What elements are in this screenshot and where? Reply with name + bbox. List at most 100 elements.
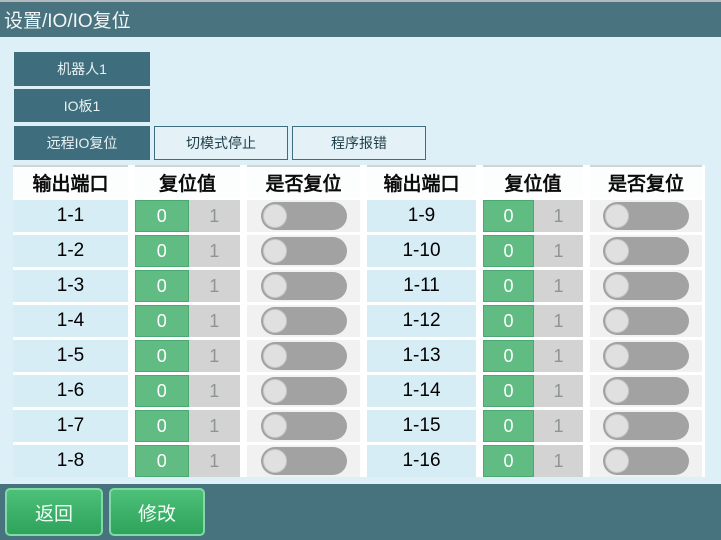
column-header: 输出端口 bbox=[13, 165, 128, 197]
port-label: 1-12 bbox=[367, 305, 476, 337]
port-label: 1-13 bbox=[367, 340, 476, 372]
reset-value-option-1[interactable]: 1 bbox=[534, 305, 583, 337]
reset-value-option-0[interactable]: 0 bbox=[483, 270, 534, 302]
reset-toggle-cell bbox=[590, 270, 702, 302]
reset-toggle[interactable] bbox=[260, 342, 347, 370]
reset-toggle[interactable] bbox=[603, 377, 689, 405]
reset-toggle[interactable] bbox=[603, 342, 689, 370]
reset-value-option-0[interactable]: 0 bbox=[135, 200, 189, 232]
reset-value-option-1[interactable]: 1 bbox=[188, 445, 240, 477]
toggle-knob bbox=[262, 414, 287, 438]
reset-toggle[interactable] bbox=[260, 377, 347, 405]
reset-toggle[interactable] bbox=[603, 447, 689, 475]
reset-value-selector: 01 bbox=[483, 305, 583, 337]
reset-value-option-0[interactable]: 0 bbox=[135, 235, 189, 267]
reset-toggle[interactable] bbox=[260, 272, 347, 300]
reset-toggle-cell bbox=[247, 235, 360, 267]
reset-toggle-cell bbox=[247, 305, 360, 337]
reset-value-option-0[interactable]: 0 bbox=[483, 200, 534, 232]
reset-value-option-0[interactable]: 0 bbox=[483, 445, 534, 477]
port-label: 1-16 bbox=[367, 445, 476, 477]
reset-toggle-cell bbox=[247, 340, 360, 372]
reset-toggle[interactable] bbox=[603, 237, 689, 265]
io-board-select-button[interactable]: IO板1 bbox=[14, 89, 150, 122]
reset-value-option-1[interactable]: 1 bbox=[534, 235, 583, 267]
reset-value-selector: 01 bbox=[483, 410, 583, 442]
reset-value-option-1[interactable]: 1 bbox=[188, 305, 240, 337]
tab-program-error[interactable]: 程序报错 bbox=[292, 126, 426, 160]
title-bar: 设置/IO/IO复位 bbox=[0, 2, 721, 37]
reset-value-selector: 01 bbox=[135, 235, 240, 267]
reset-value-option-0[interactable]: 0 bbox=[483, 410, 534, 442]
reset-value-option-0[interactable]: 0 bbox=[135, 270, 189, 302]
toggle-knob bbox=[605, 274, 629, 298]
reset-value-option-1[interactable]: 1 bbox=[188, 340, 240, 372]
reset-value-selector: 01 bbox=[135, 305, 240, 337]
toggle-knob bbox=[605, 414, 629, 438]
reset-toggle-cell bbox=[247, 445, 360, 477]
reset-toggle-cell bbox=[590, 305, 702, 337]
reset-value-option-1[interactable]: 1 bbox=[188, 200, 240, 232]
reset-value-option-0[interactable]: 0 bbox=[483, 235, 534, 267]
reset-value-option-1[interactable]: 1 bbox=[534, 375, 583, 407]
toggle-knob bbox=[605, 309, 629, 333]
reset-value-option-1[interactable]: 1 bbox=[534, 270, 583, 302]
reset-toggle-cell bbox=[247, 200, 360, 232]
reset-value-option-0[interactable]: 0 bbox=[135, 445, 189, 477]
reset-value-option-1[interactable]: 1 bbox=[534, 340, 583, 372]
reset-toggle-cell bbox=[247, 410, 360, 442]
io-reset-screen: 设置/IO/IO复位 机器人1 IO板1 远程IO复位 切模式停止 程序报错 输… bbox=[0, 0, 721, 540]
toggle-knob bbox=[262, 449, 287, 473]
reset-value-selector: 01 bbox=[135, 340, 240, 372]
reset-value-selector: 01 bbox=[483, 375, 583, 407]
reset-toggle[interactable] bbox=[603, 412, 689, 440]
tab-remote-io-reset[interactable]: 远程IO复位 bbox=[14, 126, 150, 160]
reset-toggle-cell bbox=[590, 200, 702, 232]
reset-value-option-1[interactable]: 1 bbox=[534, 445, 583, 477]
reset-toggle[interactable] bbox=[260, 412, 347, 440]
reset-value-option-0[interactable]: 0 bbox=[483, 340, 534, 372]
reset-value-option-0[interactable]: 0 bbox=[135, 410, 189, 442]
io-reset-table: 输出端口 复位值 是否复位 输出端口 复位值 是否复位 1-1 0 1 1-9 0 1 1-2 0 1 1-1… bbox=[13, 165, 705, 477]
reset-value-option-0[interactable]: 0 bbox=[483, 305, 534, 337]
robot-select-button[interactable]: 机器人1 bbox=[14, 52, 150, 86]
back-button[interactable]: 返回 bbox=[5, 488, 103, 536]
reset-toggle[interactable] bbox=[603, 202, 689, 230]
reset-value-selector: 01 bbox=[483, 270, 583, 302]
toggle-knob bbox=[262, 379, 287, 403]
reset-toggle[interactable] bbox=[260, 237, 347, 265]
reset-toggle[interactable] bbox=[260, 202, 347, 230]
port-label: 1-2 bbox=[13, 235, 128, 267]
port-label: 1-14 bbox=[367, 375, 476, 407]
reset-value-option-0[interactable]: 0 bbox=[135, 305, 189, 337]
reset-toggle-cell bbox=[590, 375, 702, 407]
toggle-knob bbox=[605, 379, 629, 403]
footer-bar: 返回 修改 bbox=[0, 484, 721, 540]
column-header: 是否复位 bbox=[590, 165, 702, 197]
reset-value-option-0[interactable]: 0 bbox=[135, 340, 189, 372]
reset-value-option-0[interactable]: 0 bbox=[135, 375, 189, 407]
reset-value-option-0[interactable]: 0 bbox=[483, 375, 534, 407]
reset-toggle-cell bbox=[590, 445, 702, 477]
reset-toggle[interactable] bbox=[260, 307, 347, 335]
reset-toggle-cell bbox=[247, 270, 360, 302]
tab-mode-switch-stop[interactable]: 切模式停止 bbox=[154, 126, 288, 160]
reset-value-option-1[interactable]: 1 bbox=[188, 375, 240, 407]
reset-value-option-1[interactable]: 1 bbox=[188, 270, 240, 302]
toggle-knob bbox=[262, 309, 287, 333]
reset-toggle[interactable] bbox=[603, 307, 689, 335]
port-label: 1-4 bbox=[13, 305, 128, 337]
port-label: 1-15 bbox=[367, 410, 476, 442]
modify-button[interactable]: 修改 bbox=[109, 488, 205, 536]
port-label: 1-1 bbox=[13, 200, 128, 232]
reset-value-option-1[interactable]: 1 bbox=[534, 200, 583, 232]
reset-value-option-1[interactable]: 1 bbox=[188, 410, 240, 442]
reset-toggle[interactable] bbox=[260, 447, 347, 475]
reset-value-option-1[interactable]: 1 bbox=[188, 235, 240, 267]
toggle-knob bbox=[262, 274, 287, 298]
reset-toggle[interactable] bbox=[603, 272, 689, 300]
reset-value-option-1[interactable]: 1 bbox=[534, 410, 583, 442]
reset-toggle-cell bbox=[590, 410, 702, 442]
port-label: 1-3 bbox=[13, 270, 128, 302]
toggle-knob bbox=[605, 344, 629, 368]
